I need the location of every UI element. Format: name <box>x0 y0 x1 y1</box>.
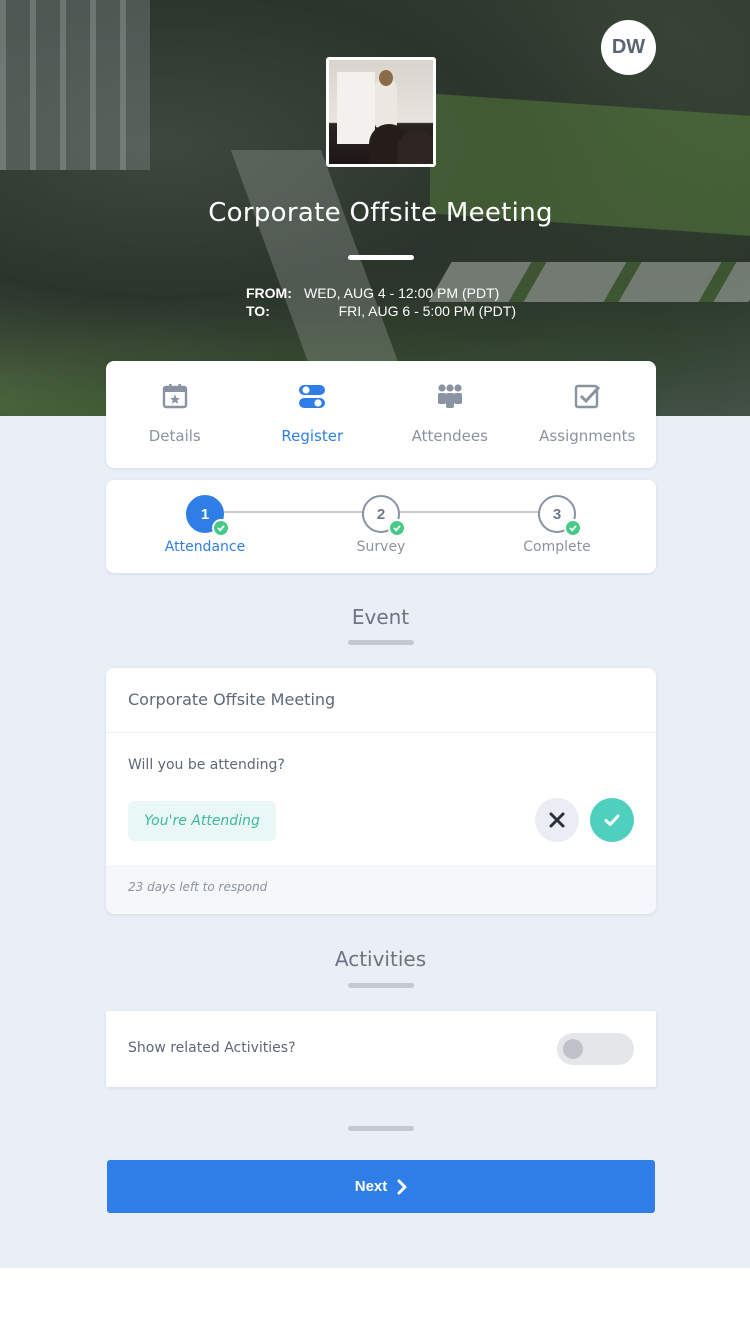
photo-presenter-head <box>379 70 393 86</box>
event-tabs: Details Register Attendees Assignments <box>106 361 656 468</box>
registration-stepper: 1 Attendance 2 Survey 3 Complete <box>106 480 656 573</box>
show-activities-toggle[interactable] <box>557 1033 634 1065</box>
step-survey[interactable]: 2 Survey <box>321 495 441 555</box>
calendar-star-icon <box>160 381 190 411</box>
event-section-heading: Event <box>351 605 410 629</box>
checkmark-icon <box>604 814 620 826</box>
footer-divider <box>348 1126 414 1131</box>
step-number: 2 <box>362 495 406 537</box>
event-title: Corporate Offsite Meeting <box>208 198 553 228</box>
tab-label: Attendees <box>411 427 488 445</box>
step-number-text: 3 <box>552 505 562 523</box>
photo-audience <box>397 130 433 164</box>
from-label: FROM: <box>246 285 292 301</box>
toggle-knob <box>563 1039 583 1059</box>
tab-assignments[interactable]: Assignments <box>519 361 657 468</box>
activities-card: Show related Activities? <box>106 1011 656 1087</box>
checkbox-icon <box>572 381 602 411</box>
next-button-label: Next <box>354 1178 388 1195</box>
step-attendance[interactable]: 1 Attendance <box>145 495 265 555</box>
to-label: TO: <box>246 303 270 319</box>
event-dates: FROM: WED, AUG 4 - 12:00 PM (PDT) TO: FR… <box>246 284 516 320</box>
show-activities-label: Show related Activities? <box>128 1040 296 1056</box>
chevron-right-icon <box>397 1179 407 1195</box>
tab-register[interactable]: Register <box>244 361 382 468</box>
tab-label: Register <box>281 427 344 445</box>
accept-button[interactable] <box>590 798 634 842</box>
check-circle-icon <box>212 519 230 537</box>
decline-button[interactable] <box>535 798 579 842</box>
next-button[interactable]: Next <box>107 1160 655 1213</box>
background-building <box>0 0 150 170</box>
hero-banner: DW Corporate Offsite Meeting FROM: WED, … <box>0 0 750 416</box>
tab-label: Details <box>148 427 201 445</box>
title-divider <box>348 255 414 260</box>
registration-page: DW Corporate Offsite Meeting FROM: WED, … <box>0 0 750 1333</box>
footer-strip <box>0 1268 750 1333</box>
step-label: Complete <box>523 539 591 555</box>
event-photo <box>326 57 436 167</box>
people-group-icon <box>435 381 465 411</box>
tab-label: Assignments <box>539 427 636 445</box>
to-value: FRI, AUG 6 - 5:00 PM (PDT) <box>338 303 516 319</box>
response-deadline: 23 days left to respond <box>106 865 656 914</box>
toggles-icon <box>297 381 327 411</box>
step-number-text: 1 <box>200 505 210 523</box>
step-label: Attendance <box>164 539 246 555</box>
attendance-status-badge: You're Attending <box>128 801 276 841</box>
check-circle-icon <box>388 519 406 537</box>
step-label: Survey <box>356 539 406 555</box>
photo-whiteboard <box>337 72 375 144</box>
close-icon <box>549 812 565 828</box>
date-from-row: FROM: WED, AUG 4 - 12:00 PM (PDT) <box>246 284 516 302</box>
step-number: 3 <box>538 495 582 537</box>
activities-section-heading: Activities <box>334 947 427 971</box>
step-number: 1 <box>186 495 230 537</box>
step-number-text: 2 <box>376 505 386 523</box>
tab-attendees[interactable]: Attendees <box>381 361 519 468</box>
section-divider <box>348 640 414 645</box>
from-value: WED, AUG 4 - 12:00 PM (PDT) <box>304 285 500 301</box>
event-response-card: Corporate Offsite Meeting Will you be at… <box>106 668 656 914</box>
check-circle-icon <box>564 519 582 537</box>
date-to-row: TO: FRI, AUG 6 - 5:00 PM (PDT) <box>246 302 516 320</box>
attendance-question: Will you be attending? <box>128 757 285 773</box>
user-avatar[interactable]: DW <box>601 20 656 75</box>
step-complete[interactable]: 3 Complete <box>497 495 617 555</box>
section-divider <box>348 983 414 988</box>
tab-details[interactable]: Details <box>106 361 244 468</box>
event-card-title: Corporate Offsite Meeting <box>106 668 656 733</box>
